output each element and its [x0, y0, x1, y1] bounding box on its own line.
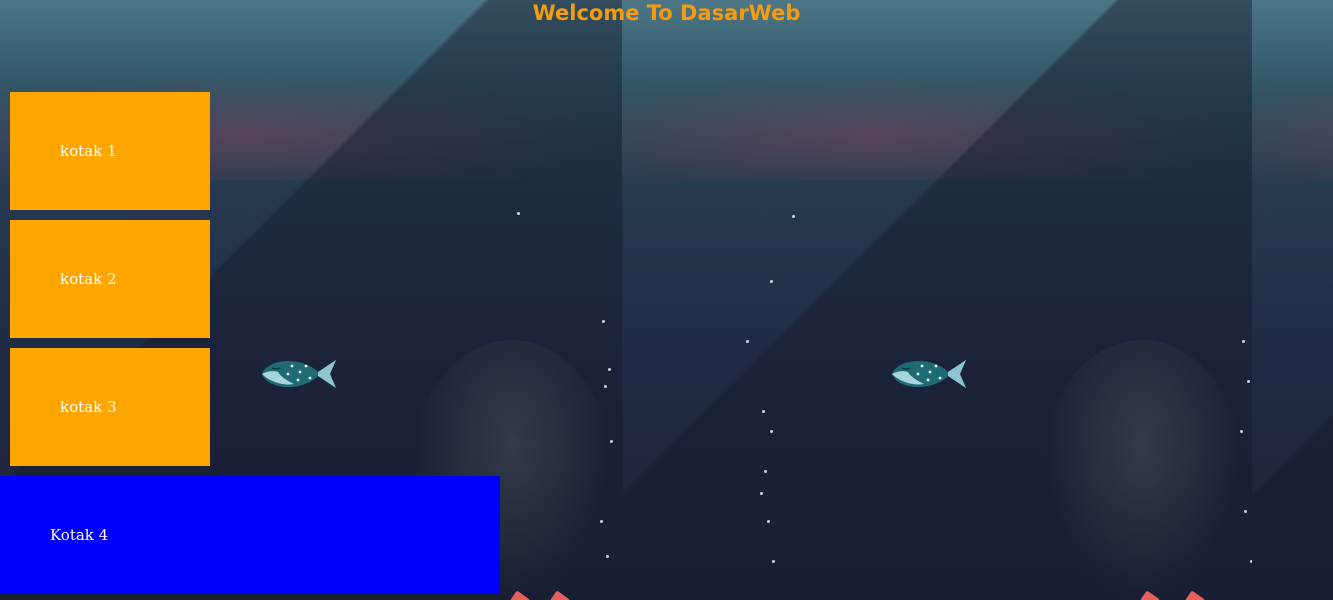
kotak-1-label: kotak 1	[60, 142, 117, 160]
kotak-4-label: Kotak 4	[50, 526, 109, 544]
fish-icon	[892, 360, 966, 388]
kotak-4-box: Kotak 4	[0, 476, 500, 594]
page-title: Welcome To DasarWeb	[532, 1, 801, 25]
kotak-1-box: kotak 1	[10, 92, 210, 210]
fish-icon	[262, 360, 336, 388]
background-tile-2	[622, 0, 1252, 600]
kotak-2-label: kotak 2	[60, 270, 117, 288]
kotak-3-box: kotak 3	[10, 348, 210, 466]
kotak-3-label: kotak 3	[60, 398, 117, 416]
kotak-2-box: kotak 2	[10, 220, 210, 338]
background-tile-3	[1252, 0, 1333, 600]
